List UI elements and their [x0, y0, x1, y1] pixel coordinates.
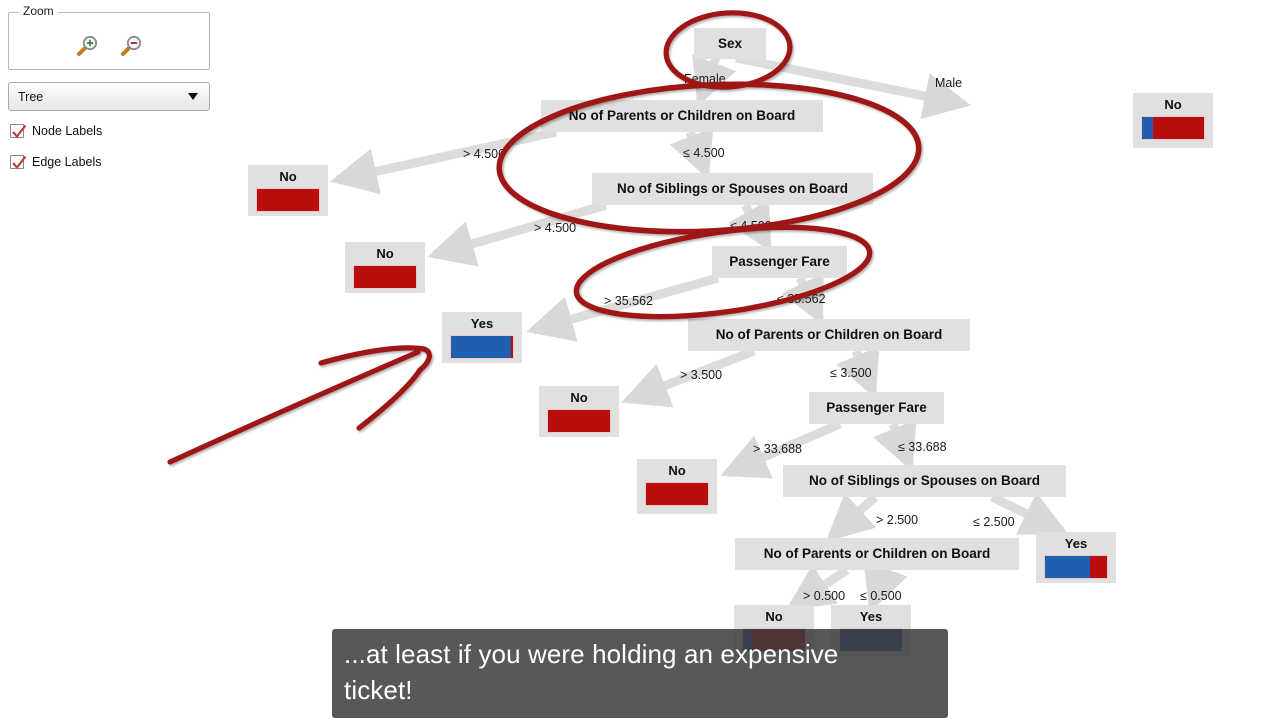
decision-tree-diagram: Sex No No of Parents or Children on Board N… [0, 0, 1280, 720]
tree-edge-label: > 35.562 [604, 294, 654, 308]
tree-node-label: No [668, 463, 686, 478]
subtitle-caption: ...at least if you were holding an expen… [332, 629, 948, 718]
bar-segment-survived [451, 336, 511, 358]
tree-edge-label: > 4.500 [534, 221, 577, 235]
tree-node-leaf_no_3[interactable]: No [539, 386, 619, 437]
tree-node-label: Yes [859, 609, 883, 624]
tree-node-label: No of Siblings or Spouses on Board [616, 181, 848, 196]
tree-node-sibsp2[interactable]: No of Siblings or Spouses on Board [783, 465, 1066, 497]
tree-node-label: No of Parents or Children on Board [763, 546, 991, 561]
tree-edge-label: > 2.500 [876, 513, 919, 527]
tree-node-sex[interactable]: Sex [694, 28, 766, 59]
tree-node-label: Yes [470, 316, 494, 331]
tree-node-sibsp1[interactable]: No of Siblings or Spouses on Board [592, 173, 873, 205]
bar-segment-died [548, 410, 610, 432]
tree-node-leaf_yes_1[interactable]: Yes [442, 312, 522, 363]
tree-node-leaf_no_4[interactable]: No [637, 459, 717, 514]
tree-node-leaf_no_1[interactable]: No [248, 165, 328, 216]
bar-segment-survived [1142, 117, 1154, 139]
tree-edge-label: Female [684, 72, 726, 86]
class-distribution-bar [1044, 555, 1108, 579]
tree-node-parch2[interactable]: No of Parents or Children on Board [688, 319, 970, 351]
bar-segment-died [354, 266, 416, 288]
tree-node-fare1[interactable]: Passenger Fare [712, 246, 847, 278]
tree-node-label: No [376, 246, 394, 261]
class-distribution-bar [256, 188, 320, 212]
bar-segment-died [646, 483, 708, 505]
class-distribution-bar [450, 335, 514, 359]
tree-node-label: No [570, 390, 588, 405]
bar-segment-died [1153, 117, 1204, 139]
tree-node-leaf_yes_2[interactable]: Yes [1036, 532, 1116, 583]
tree-node-fare2[interactable]: Passenger Fare [809, 392, 944, 424]
tree-node-label: No [1164, 97, 1182, 112]
tree-node-label: Passenger Fare [826, 400, 927, 415]
tree-node-label: No [765, 609, 783, 624]
class-distribution-bar [547, 409, 611, 433]
tree-node-parch3[interactable]: No of Parents or Children on Board [735, 538, 1019, 570]
class-distribution-bar [353, 265, 417, 289]
bar-segment-died [1089, 556, 1107, 578]
tree-node-leaf_no_2[interactable]: No [345, 242, 425, 293]
tree-node-parch1[interactable]: No of Parents or Children on Board [541, 100, 823, 132]
tree-node-label: Sex [717, 35, 743, 51]
tree-node-male_no[interactable]: No [1133, 93, 1213, 148]
class-distribution-bar [645, 482, 709, 506]
tree-node-label: No of Parents or Children on Board [715, 327, 943, 342]
tree-node-label: Yes [1064, 536, 1088, 551]
bar-segment-died [510, 336, 513, 358]
tree-edge-label: > 3.500 [680, 368, 723, 382]
tree-edge-label: ≤ 3.500 [830, 366, 872, 380]
tree-node-label: No of Siblings or Spouses on Board [808, 473, 1040, 488]
tree-node-label: No of Parents or Children on Board [568, 108, 796, 123]
tree-edge-label: ≤ 35.562 [777, 292, 826, 306]
tree-edge-label: ≤ 4.500 [683, 146, 725, 160]
tree-edge-label: ≤ 4.500 [730, 219, 772, 233]
tree-edge-label: > 4.500 [463, 147, 506, 161]
bar-segment-died [257, 189, 319, 211]
caption-line-1: ...at least if you were holding an expen… [344, 639, 839, 669]
tree-edge-label: > 0.500 [803, 589, 846, 603]
tree-edge-label: ≤ 2.500 [973, 515, 1015, 529]
tree-edge-label: ≤ 0.500 [860, 589, 902, 603]
tree-edge-label: > 33.688 [753, 442, 803, 456]
tree-edge-label: ≤ 33.688 [898, 440, 947, 454]
tree-node-label: No [279, 169, 297, 184]
bar-segment-survived [1045, 556, 1090, 578]
tree-edge-label: Male [935, 76, 963, 90]
class-distribution-bar [1141, 116, 1205, 140]
tree-node-label: Passenger Fare [729, 254, 830, 269]
caption-line-2: ticket! [344, 675, 413, 705]
